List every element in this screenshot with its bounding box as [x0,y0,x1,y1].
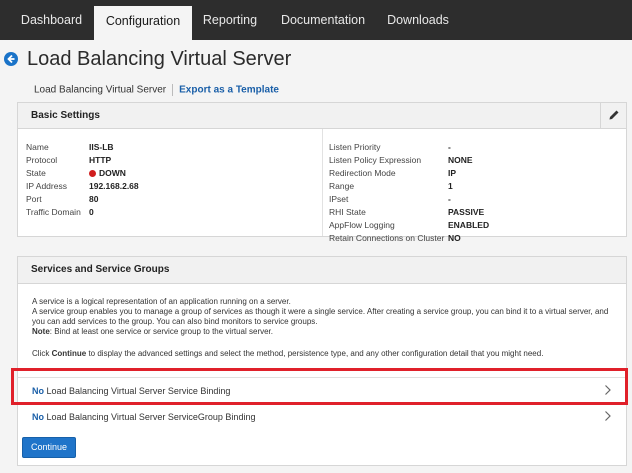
continue-button[interactable]: Continue [22,437,76,458]
subtitle: Load Balancing Virtual Server [34,84,167,96]
services-continue-hint: Click Continue to display the advanced s… [32,349,544,358]
chevron-right-icon [605,411,611,421]
top-navigation: Dashboard Configuration Reporting Docume… [0,0,632,40]
status-down-icon [89,170,96,177]
chevron-right-icon [605,385,611,395]
services-panel: Services and Service Groups A service is… [17,256,627,466]
tab-documentation[interactable]: Documentation [274,0,372,40]
services-description-1: A service is a logical representation of… [32,297,291,306]
servicegroup-binding-row[interactable]: No Load Balancing Virtual Server Service… [18,403,626,428]
tab-reporting[interactable]: Reporting [196,0,264,40]
service-binding-row[interactable]: No Load Balancing Virtual Server Service… [18,377,626,402]
tab-downloads[interactable]: Downloads [380,0,456,40]
services-description-3: you can add services to the group. You c… [32,317,318,326]
separator [172,84,174,96]
services-description-2: A service group enables you to manage a … [32,307,609,316]
services-title: Services and Service Groups [31,264,170,275]
service-binding-label: No Load Balancing Virtual Server Service… [32,386,231,396]
services-note: Note: Bind at least one service or servi… [32,327,273,336]
basic-settings-title: Basic Settings [31,110,100,121]
back-arrow-icon[interactable] [4,52,18,66]
page-title: Load Balancing Virtual Server [27,48,292,70]
basic-settings-header: Basic Settings [18,103,626,129]
basic-settings-panel: Basic Settings Name IIS-LB Protocol HTTP S… [17,102,627,243]
pencil-icon[interactable] [600,103,626,129]
services-header: Services and Service Groups [18,257,626,284]
column-divider [322,129,323,236]
tab-dashboard[interactable]: Dashboard [14,0,89,40]
tab-configuration[interactable]: Configuration [94,6,192,40]
servicegroup-binding-label: No Load Balancing Virtual Server Service… [32,412,256,422]
breadcrumb: Load Balancing Virtual Server Export as a… [34,84,279,96]
export-template-link[interactable]: Export as a Template [179,85,279,96]
